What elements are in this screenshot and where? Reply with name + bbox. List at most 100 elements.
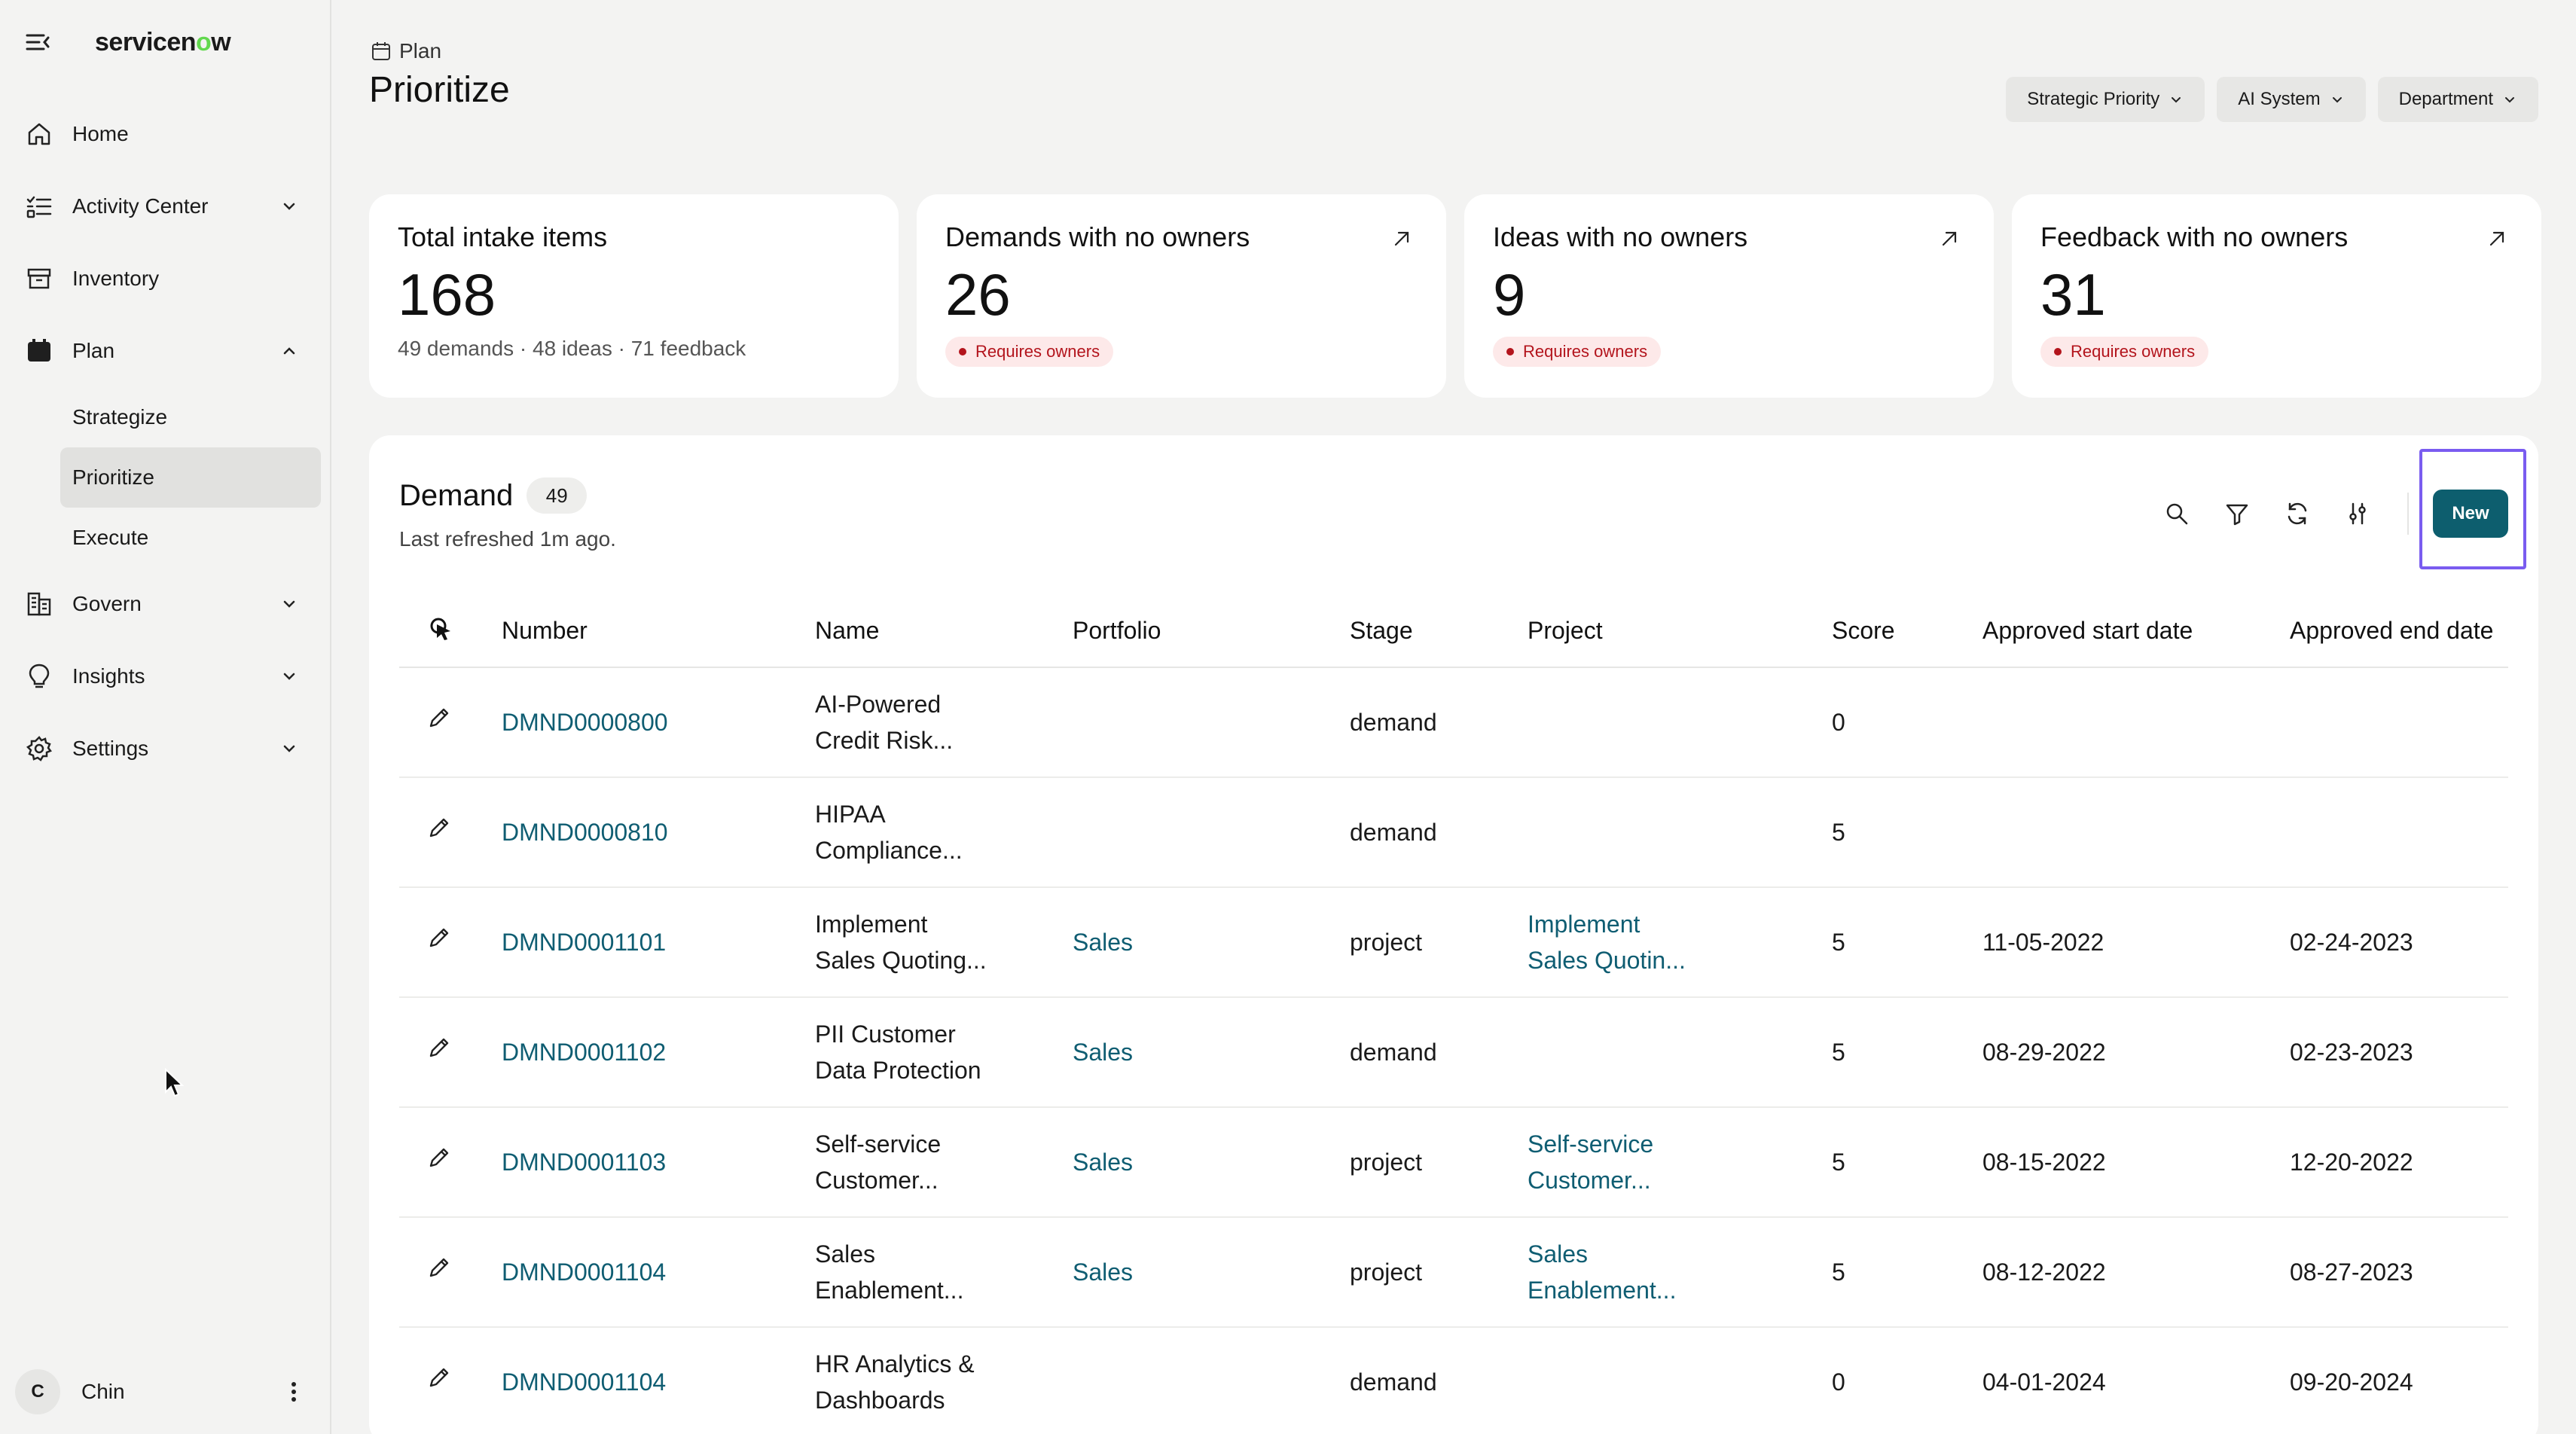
- pencil-icon[interactable]: [426, 1145, 452, 1170]
- project-link[interactable]: [1528, 1364, 1832, 1400]
- demand-name-line: Dashboards: [815, 1387, 945, 1414]
- demand-number-link[interactable]: DMND0001104: [502, 1259, 666, 1286]
- table-row[interactable]: DMND0001103 Self-service Customer... Sales p…: [399, 1107, 2508, 1218]
- sidebar-item-plan[interactable]: Plan: [0, 315, 331, 387]
- sidebar-item-insights[interactable]: Insights: [0, 640, 331, 712]
- demand-name: HIPAA Compliance...: [815, 796, 1073, 868]
- demand-name-line: HIPAA: [815, 801, 886, 828]
- last-refreshed-text: Last refreshed 1m ago.: [399, 527, 616, 551]
- project-link[interactable]: [1528, 704, 1832, 740]
- more-vertical-icon[interactable]: [285, 1380, 303, 1404]
- portfolio-link[interactable]: Sales: [1073, 1039, 1133, 1066]
- edit-cell[interactable]: [399, 887, 502, 998]
- portfolio-link[interactable]: Sales: [1073, 1149, 1133, 1176]
- edit-cell[interactable]: [399, 777, 502, 888]
- demand-number-link[interactable]: DMND0001104: [502, 1368, 666, 1396]
- avatar[interactable]: C: [15, 1369, 60, 1414]
- table-row[interactable]: DMND0001104 Sales Enablement... Sales projec…: [399, 1217, 2508, 1328]
- project-link[interactable]: Implement Sales Quotin...: [1528, 906, 1832, 978]
- edit-cell[interactable]: [399, 1217, 502, 1328]
- demand-number-link[interactable]: DMND0001102: [502, 1039, 666, 1066]
- ai-system-filter[interactable]: AI System: [2217, 77, 2366, 122]
- table-row[interactable]: DMND0000800 AI-Powered Credit Risk... deman…: [399, 667, 2508, 778]
- column-header-approved-start-date[interactable]: Approved start date: [1982, 595, 2290, 668]
- edit-cell[interactable]: [399, 667, 502, 778]
- sidebar-item-govern[interactable]: Govern: [0, 568, 331, 640]
- select-all-icon[interactable]: [426, 615, 453, 642]
- edit-cell[interactable]: [399, 997, 502, 1108]
- column-header-project[interactable]: Project: [1528, 595, 1832, 668]
- column-header-portfolio[interactable]: Portfolio: [1073, 595, 1350, 668]
- table-row[interactable]: DMND0000810 HIPAA Compliance... demand 5: [399, 777, 2508, 888]
- filter-icon[interactable]: [2222, 499, 2252, 529]
- demand-name: PII Customer Data Protection: [815, 1016, 1073, 1088]
- column-header-stage[interactable]: Stage: [1350, 595, 1528, 668]
- table-row[interactable]: DMND0001104 HR Analytics & Dashboards deman…: [399, 1327, 2508, 1434]
- sidebar-subitem-prioritize[interactable]: Prioritize: [60, 447, 321, 508]
- demand-number-link[interactable]: DMND0000800: [502, 709, 668, 736]
- sidebar-subitem-execute[interactable]: Execute: [0, 508, 331, 568]
- project-link[interactable]: Sales Enablement...: [1528, 1236, 1832, 1308]
- filter-label: AI System: [2238, 89, 2321, 109]
- sidebar-item-settings[interactable]: Settings: [0, 712, 331, 785]
- arrow-up-right-icon[interactable]: [2487, 229, 2507, 249]
- pencil-icon[interactable]: [426, 815, 452, 841]
- portfolio-link[interactable]: Sales: [1073, 929, 1133, 956]
- project-name-line: Enablement...: [1528, 1277, 1677, 1304]
- column-header-score[interactable]: Score: [1832, 595, 1982, 668]
- pencil-icon[interactable]: [426, 1035, 452, 1060]
- strategic-priority-filter[interactable]: Strategic Priority: [2006, 77, 2205, 122]
- badge-label: Requires owners: [1523, 342, 1648, 361]
- score-value: 5: [1832, 1259, 1845, 1286]
- feedback-no-owners-card[interactable]: Feedback with no owners 31 Requires owne…: [2012, 194, 2541, 398]
- pencil-icon[interactable]: [426, 705, 452, 731]
- table-row[interactable]: DMND0001101 Implement Sales Quoting... Sale…: [399, 887, 2508, 998]
- score-value: 5: [1832, 1039, 1845, 1066]
- demand-number-link[interactable]: DMND0000810: [502, 819, 668, 846]
- demand-number-link[interactable]: DMND0001101: [502, 929, 666, 956]
- pencil-icon[interactable]: [426, 925, 452, 950]
- start-date-value: 08-29-2022: [1982, 1039, 2106, 1066]
- servicenow-logo[interactable]: servicenow: [95, 28, 231, 57]
- pencil-icon[interactable]: [426, 1255, 452, 1280]
- status-badge: Requires owners: [945, 337, 1114, 367]
- new-button[interactable]: New: [2433, 490, 2508, 538]
- edit-cell[interactable]: [399, 1327, 502, 1434]
- collapse-menu-icon[interactable]: [23, 27, 53, 57]
- demand-number-link[interactable]: DMND0001103: [502, 1149, 666, 1176]
- arrow-up-right-icon[interactable]: [1940, 229, 1959, 249]
- search-icon[interactable]: [2162, 499, 2192, 529]
- sidebar-item-home[interactable]: Home: [0, 98, 331, 170]
- column-settings-icon[interactable]: [2343, 499, 2373, 529]
- chevron-up-icon[interactable]: [279, 340, 300, 362]
- chevron-down-icon[interactable]: [279, 666, 300, 687]
- pencil-icon[interactable]: [426, 1365, 452, 1390]
- user-menu[interactable]: C Chin: [15, 1368, 316, 1416]
- sidebar-item-label: Govern: [72, 592, 142, 615]
- column-header-number[interactable]: Number: [502, 595, 815, 668]
- score-value: 0: [1832, 1368, 1845, 1396]
- project-link[interactable]: [1528, 1034, 1832, 1070]
- breadcrumb[interactable]: Plan: [371, 39, 441, 63]
- table-row[interactable]: DMND0001102 PII Customer Data Protection Sa…: [399, 997, 2508, 1108]
- project-link[interactable]: [1528, 814, 1832, 850]
- chevron-down-icon[interactable]: [279, 593, 300, 615]
- project-link[interactable]: Self-service Customer...: [1528, 1126, 1832, 1198]
- arrow-up-right-icon[interactable]: [1392, 229, 1412, 249]
- column-header-name[interactable]: Name: [815, 595, 1073, 668]
- total-intake-card: Total intake items 168 49 demands · 48 i…: [369, 194, 899, 398]
- department-filter[interactable]: Department: [2377, 77, 2538, 122]
- edit-cell[interactable]: [399, 1107, 502, 1218]
- sidebar-subitem-strategize[interactable]: Strategize: [0, 387, 331, 447]
- portfolio-link[interactable]: Sales: [1073, 1259, 1133, 1286]
- chevron-down-icon[interactable]: [279, 196, 300, 217]
- column-header-approved-end-date[interactable]: Approved end date: [2290, 595, 2508, 668]
- edit-column-header[interactable]: [399, 595, 502, 668]
- chevron-down-icon[interactable]: [279, 738, 300, 759]
- demands-no-owners-card[interactable]: Demands with no owners 26 Requires owner…: [917, 194, 1446, 398]
- home-icon: [24, 119, 54, 149]
- sidebar-item-inventory[interactable]: Inventory: [0, 243, 331, 315]
- refresh-icon[interactable]: [2282, 499, 2312, 529]
- ideas-no-owners-card[interactable]: Ideas with no owners 9 Requires owners: [1464, 194, 1994, 398]
- sidebar-item-activity-center[interactable]: Activity Center: [0, 170, 331, 243]
